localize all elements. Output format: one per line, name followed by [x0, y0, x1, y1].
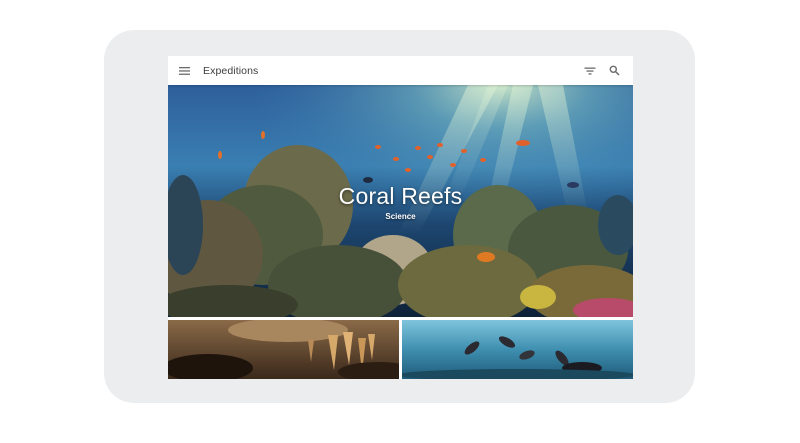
app-title: Expeditions: [203, 64, 259, 77]
filter-icon[interactable]: [581, 62, 599, 80]
expedition-title: Coral Reefs: [338, 183, 463, 209]
app-screen: Expeditions Coral Reefs Science: [168, 56, 633, 379]
expedition-card-underwater[interactable]: [402, 320, 633, 379]
search-icon[interactable]: [605, 62, 623, 80]
expedition-card-cave[interactable]: [168, 320, 399, 379]
hamburger-menu-icon[interactable]: [176, 62, 194, 80]
sea-lions-image: [402, 320, 633, 379]
app-bar: Expeditions: [168, 56, 633, 85]
cave-image: [168, 320, 399, 379]
expedition-category: Science: [385, 212, 416, 221]
featured-expedition-card[interactable]: Coral Reefs Science: [168, 85, 633, 317]
